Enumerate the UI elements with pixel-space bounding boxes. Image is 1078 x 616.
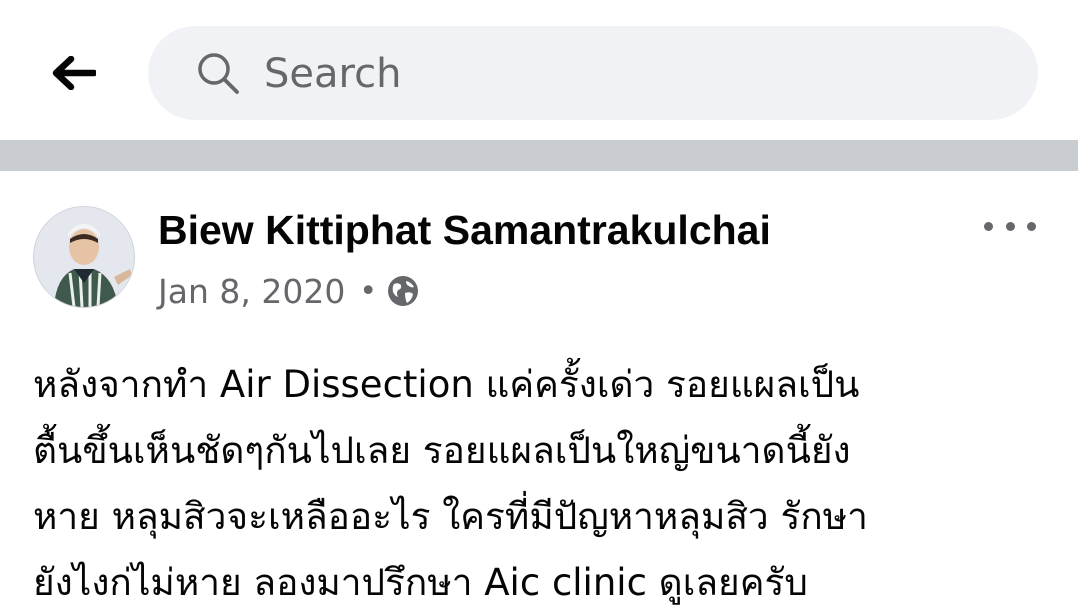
post-text-line: ตื้นขึ้นเห็นชัดๆกันไปเลย รอยแผลเป็นใหญ่ข…: [33, 429, 851, 472]
more-options-icon: [984, 221, 993, 231]
more-options-icon: [1027, 221, 1036, 231]
more-options-icon: [1005, 221, 1015, 231]
back-button[interactable]: [44, 50, 104, 96]
search-bar[interactable]: [148, 26, 1038, 120]
post-body: หลังจากทำ Air Dissection แค่ครั้งเด่ว รอ…: [33, 352, 1043, 616]
top-bar: [0, 0, 1078, 140]
author-name[interactable]: Biew Kittiphat Samantrakulchai: [158, 207, 771, 254]
meta-separator: •: [359, 273, 378, 309]
search-icon: [198, 53, 239, 94]
post-date[interactable]: Jan 8, 2020: [158, 272, 345, 311]
post-text-line: ยังไงก่ไม่หาย ลองมาปรึกษา Aic clinic ดูเ…: [33, 561, 808, 604]
arrow-left-icon: [52, 56, 96, 90]
avatar[interactable]: [33, 206, 135, 308]
search-input[interactable]: [262, 40, 1006, 108]
post-card: Biew Kittiphat Samantrakulchai Jan 8, 20…: [0, 171, 1078, 609]
more-options-button[interactable]: [984, 211, 1036, 241]
avatar-photo: [34, 207, 134, 307]
post-text-line: หลังจากทำ Air Dissection แค่ครั้งเด่ว รอ…: [33, 363, 860, 406]
section-divider: [0, 140, 1078, 171]
post-text-line: หาย หลุมสิวจะเหลืออะไร ใครที่มีปัญหาหลุม…: [33, 495, 868, 538]
post-meta: Jan 8, 2020 •: [158, 269, 419, 313]
globe-icon: [388, 276, 419, 306]
